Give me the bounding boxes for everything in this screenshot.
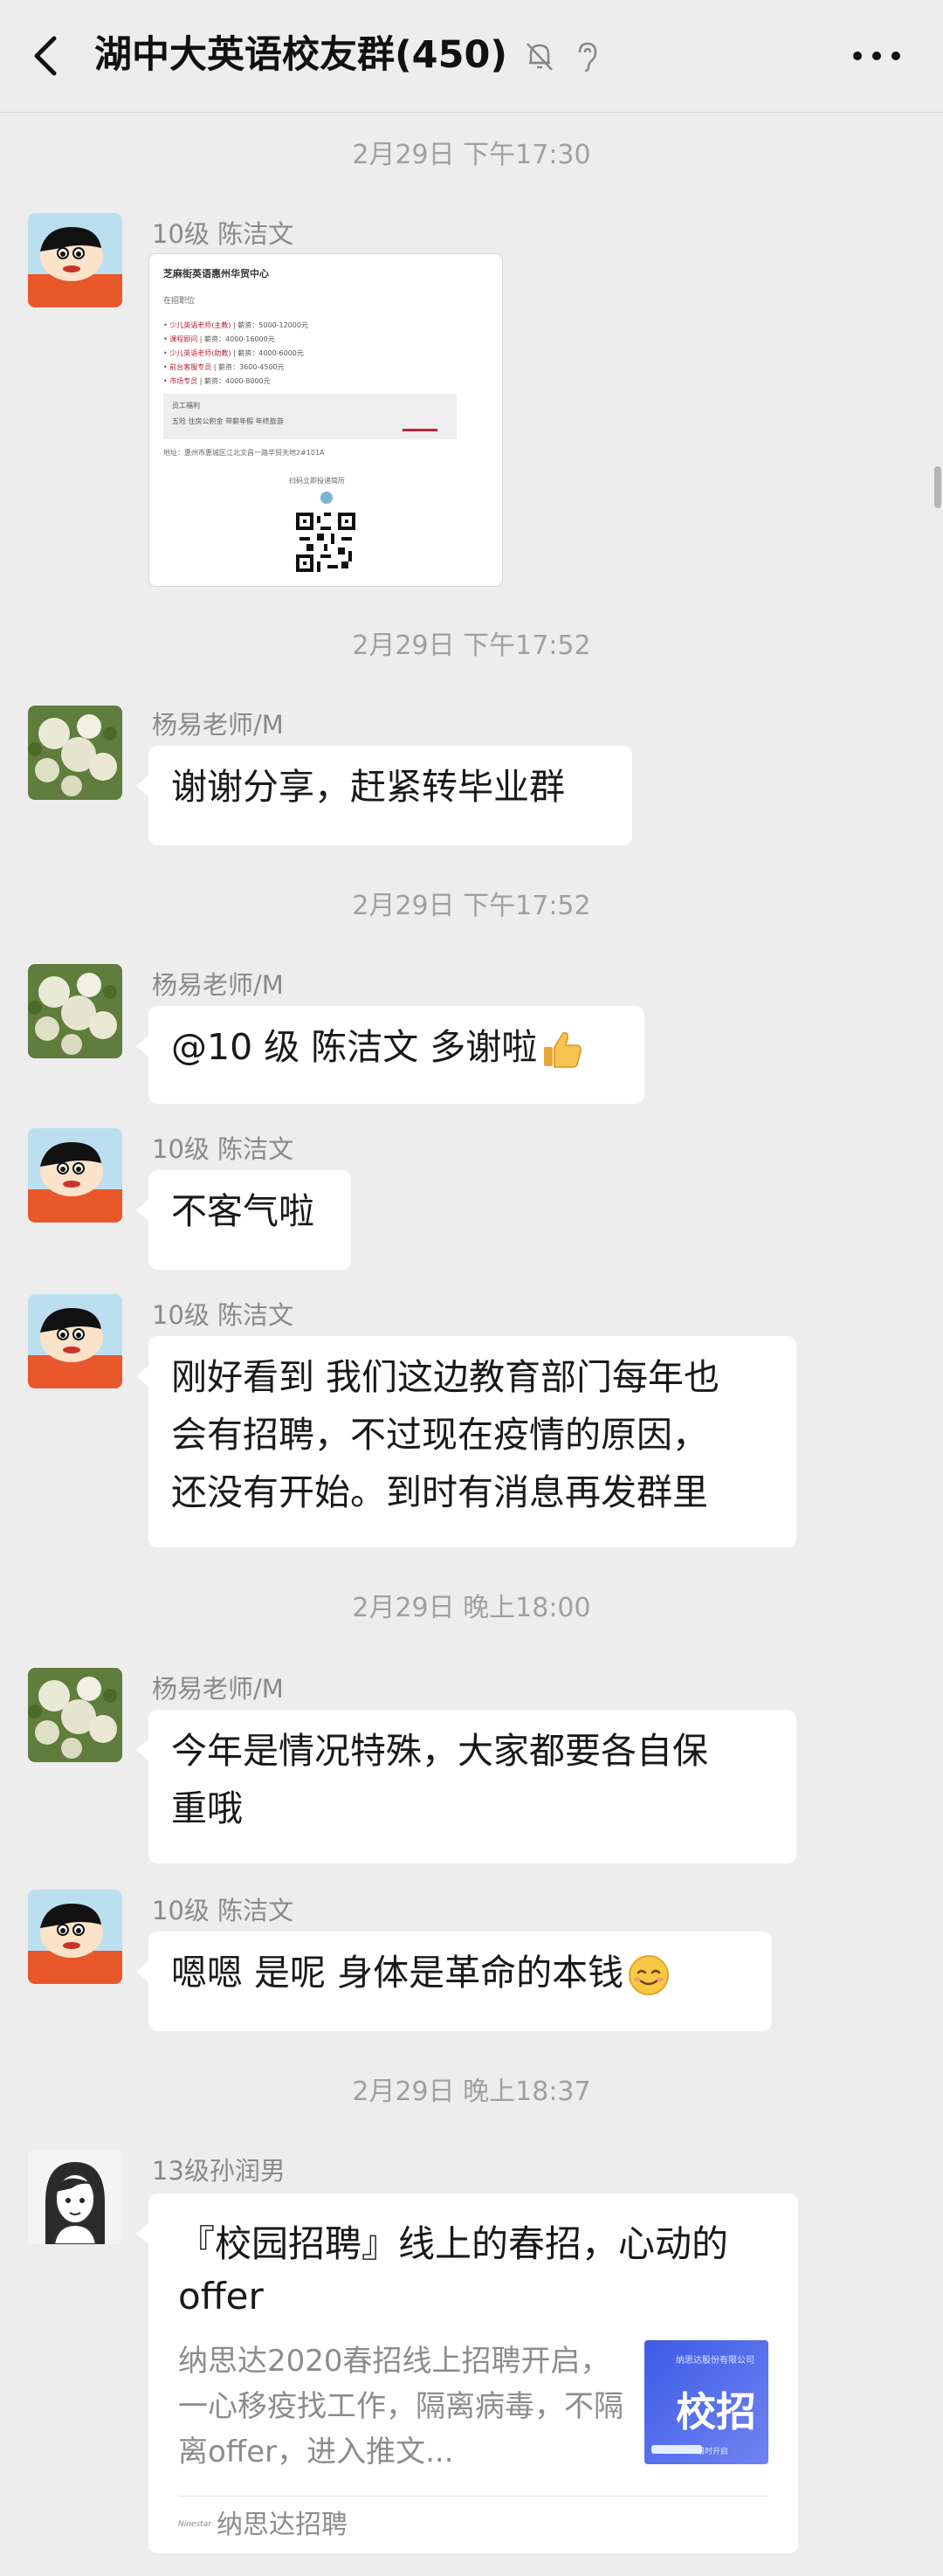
avatar-yang[interactable]: [28, 964, 122, 1058]
scrollbar[interactable]: [934, 466, 941, 508]
sender-name: 杨易老师/M: [152, 710, 284, 740]
sender-name: 10级 陈洁文: [152, 219, 294, 249]
sender-name: 10级 陈洁文: [152, 1896, 294, 1925]
message-text: 嗯嗯 是呢 身体是革命的本钱: [171, 1952, 624, 1994]
message-text: @10 级 陈洁文 多谢啦: [171, 1026, 538, 1068]
sender-name: 杨易老师/M: [152, 1674, 284, 1704]
sender-name: 杨易老师/M: [152, 970, 284, 1000]
sender-name: 10级 陈洁文: [152, 1300, 294, 1330]
message-bubble[interactable]: @10 级 陈洁文 多谢啦: [136, 1006, 644, 1104]
timestamp: 2月29日 下午17:30: [352, 140, 591, 170]
card-thumbnail-text: 校招: [676, 2388, 756, 2435]
message-bubble[interactable]: 不客气啦: [136, 1170, 351, 1270]
poster-subtitle: 在招职位: [163, 297, 196, 306]
card-thumbnail-chip-text: 限时开启: [697, 2448, 729, 2456]
poster-job: • 少儿英语老师(助教) | 薪资：4000-6000元: [163, 349, 304, 357]
more-dots-icon[interactable]: [852, 47, 901, 65]
poster-welfare: 五险 住房公积金 带薪年假 年终旅游: [172, 417, 284, 425]
poster-welfare-title: 员工福利: [172, 402, 200, 410]
qr-code-icon: [296, 513, 355, 572]
card-thumbnail-company: 纳思达股份有限公司: [676, 2356, 754, 2366]
avatar-image: [28, 1294, 122, 1388]
message-bubble[interactable]: 嗯嗯 是呢 身体是革命的本钱: [136, 1932, 772, 2031]
chat-title: 湖中大英语校友群(450): [94, 33, 508, 77]
earpiece-icon: [578, 42, 597, 72]
avatar-chen[interactable]: [28, 1128, 122, 1223]
card-divider: [178, 2496, 768, 2497]
article-link-card[interactable]: 『校园招聘』线上的春招，心动的offer 纳思达2020春招线上招聘开启，一心移…: [136, 2194, 798, 2553]
poster-job: • 市场专员 | 薪资：4000-8000元: [163, 377, 271, 385]
timestamp: 2月29日 下午17:52: [352, 891, 591, 921]
poster-logo-icon: [320, 492, 333, 504]
timestamp: 2月29日 晚上18:37: [352, 2077, 591, 2107]
card-source-name: 纳思达招聘: [217, 2510, 348, 2540]
avatar-image: [28, 1668, 122, 1762]
avatar-image: [28, 1890, 122, 1984]
avatar-image: [28, 213, 122, 307]
message-text: 不客气啦: [171, 1190, 314, 1232]
bell-mute-icon: [527, 43, 553, 71]
message-text-line: 刚好看到 我们这边教育部门每年也: [171, 1356, 720, 1398]
back-arrow-icon[interactable]: [26, 31, 65, 80]
avatar-sun[interactable]: [28, 2150, 122, 2244]
poster-job: • 课程顾问 | 薪资：4000-16000元: [163, 335, 275, 343]
message-text: 谢谢分享，赶紧转毕业群: [171, 766, 565, 808]
poster-job: • 少儿英语老师(主教) | 薪资：5000-12000元: [163, 321, 308, 329]
poster-job: • 前台客服专员 | 薪资：3600-4500元: [163, 363, 285, 371]
card-thumbnail: 纳思达股份有限公司 校招 限时开启: [644, 2340, 768, 2464]
message-bubble[interactable]: 刚好看到 我们这边教育部门每年也 会有招聘，不过现在疫情的原因， 还没有开始。到…: [136, 1336, 796, 1547]
poster-accent-bar: [403, 429, 437, 431]
message-text-line: 会有招聘，不过现在疫情的原因，: [171, 1414, 708, 1456]
smile-emoji-icon: [629, 1955, 670, 1995]
message-bubble[interactable]: 谢谢分享，赶紧转毕业群: [136, 746, 632, 845]
avatar-image: [28, 706, 122, 800]
card-thumbnail-chip: [651, 2445, 702, 2454]
sender-name: 13级孙润男: [152, 2156, 286, 2186]
avatar-chen[interactable]: [28, 1890, 122, 1984]
avatar-image: [28, 964, 122, 1058]
message-text-line: 今年是情况特殊，大家都要各自保: [171, 1730, 708, 1772]
message-bubble[interactable]: 今年是情况特殊，大家都要各自保 重哦: [136, 1710, 796, 1863]
message-text-line: 重哦: [171, 1787, 243, 1829]
poster-welfare-box: 员工福利 五险 住房公积金 带薪年假 年终旅游: [163, 394, 457, 439]
timestamp: 2月29日 下午17:52: [352, 630, 591, 661]
avatar-image: [28, 1128, 122, 1223]
ninestar-logo-icon: Ninestar: [178, 2520, 211, 2529]
card-description: 纳思达2020春招线上招聘开启，一心移疫找工作，隔离病毒，不隔离offer，进入…: [178, 2344, 623, 2469]
timestamp: 2月29日 晚上18:00: [352, 1593, 591, 1623]
poster-address: 地址：惠州市惠城区江北文昌一路华贸天地2#101A: [163, 449, 325, 457]
poster-title: 芝麻街英语惠州华贸中心: [163, 268, 269, 279]
chat-header: 湖中大英语校友群(450): [0, 0, 943, 113]
avatar-yang[interactable]: [28, 706, 122, 800]
card-title: 『校园招聘』线上的春招，心动的offer: [178, 2222, 729, 2318]
avatar-chen[interactable]: [28, 1294, 122, 1388]
message-text-line: 还没有开始。到时有消息再发群里: [171, 1471, 708, 1513]
poster-scan-hint: 扫码立即投递简历: [289, 477, 345, 485]
avatar-image: [28, 2150, 122, 2244]
avatar-chen[interactable]: [28, 213, 122, 307]
avatar-yang[interactable]: [28, 1668, 122, 1762]
thumbs-up-icon: [544, 1031, 582, 1068]
sender-name: 10级 陈洁文: [152, 1134, 294, 1164]
image-message-recruitment-poster[interactable]: 芝麻街英语惠州华贸中心 在招职位 • 少儿英语老师(主教) | 薪资：5000-…: [148, 253, 503, 587]
